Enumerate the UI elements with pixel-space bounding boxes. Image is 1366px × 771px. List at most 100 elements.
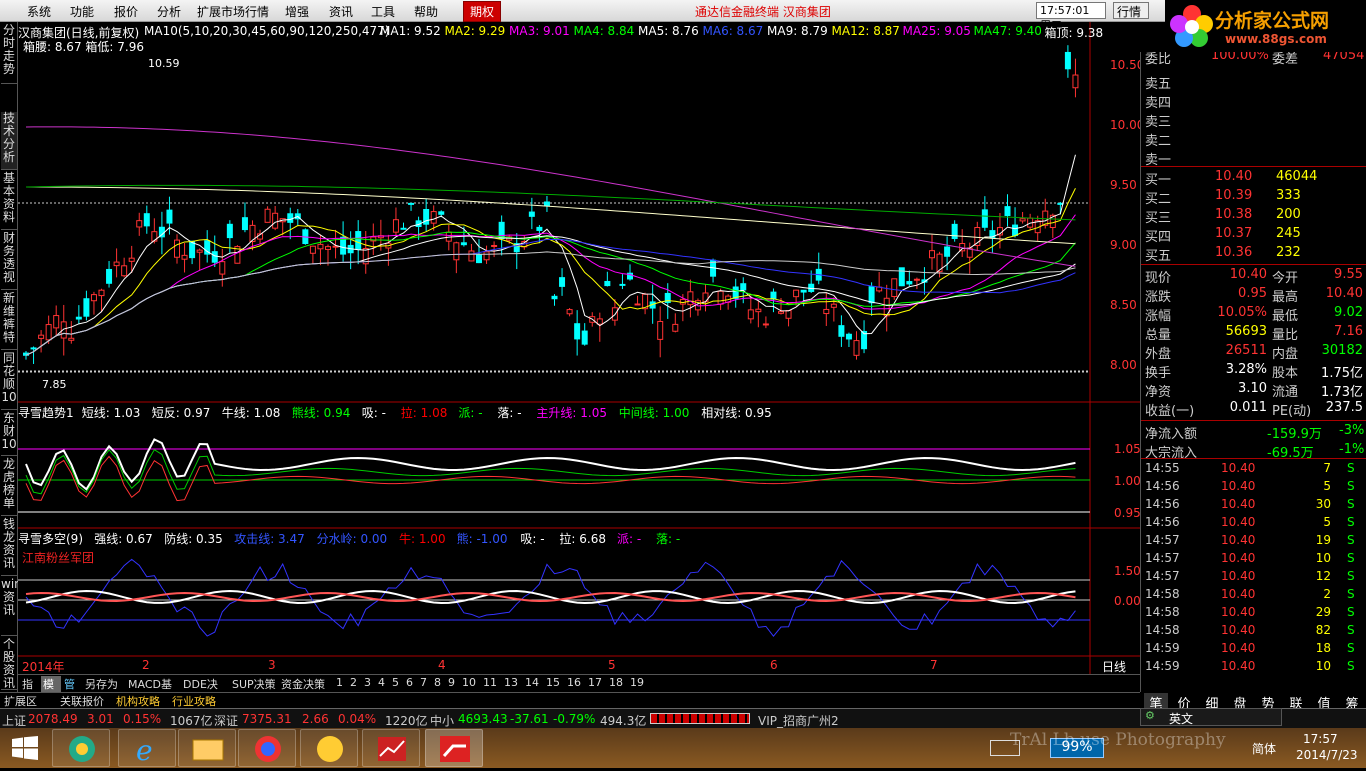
quote-label: 今开 — [1272, 271, 1299, 286]
taskbar-app-2[interactable] — [238, 729, 296, 767]
quote-tab-2[interactable]: 细 — [1200, 693, 1224, 712]
indicator2-item: 攻击线: 3.47 — [234, 532, 305, 546]
indicator-tab-22[interactable]: 16 — [565, 676, 585, 692]
quote-tab-6[interactable]: 值 — [1312, 693, 1336, 712]
indicator-tab-1[interactable]: 模板 — [41, 676, 61, 707]
indicator-tab-20[interactable]: 14 — [523, 676, 543, 692]
candle-body — [438, 211, 445, 215]
indicator-tab-6[interactable]: SUP决策 — [230, 676, 278, 692]
nav-dc10[interactable]: 东财10 — [1, 412, 17, 456]
taskbar-app-3[interactable] — [300, 729, 358, 767]
language-indicator[interactable]: 简体 — [1252, 740, 1276, 757]
menu-system[interactable]: 系统 — [27, 3, 51, 20]
quote-tab-7[interactable]: 筹 — [1340, 693, 1364, 712]
taskbar-ie[interactable]: e — [118, 729, 176, 767]
candle-body — [868, 286, 875, 304]
nav-ths10[interactable]: 同花顺10 — [1, 352, 17, 410]
ma-legend-item: 箱顶: 9.38 — [1044, 26, 1104, 40]
tick-volume: 29 — [1315, 605, 1331, 619]
ext-tab-2[interactable]: 机构攻略 — [114, 693, 162, 709]
indicator-tab-15[interactable]: 8 — [432, 676, 445, 692]
chart-area[interactable]: 汉商集团(日线,前复权) 箱腰: 8.67 箱低: 7.96 MA10(5,10… — [18, 22, 1144, 675]
nav-stock-info[interactable]: 个股资讯 — [1, 638, 17, 690]
indicator-tab-18[interactable]: 11 — [481, 676, 501, 692]
quote-tab-0[interactable]: 笔 — [1144, 693, 1168, 712]
candle-body — [136, 220, 143, 228]
quote-tab-4[interactable]: 势 — [1256, 693, 1280, 712]
indicator-tab-25[interactable]: 19 — [628, 676, 648, 692]
menu-info[interactable]: 资讯 — [329, 3, 353, 20]
taskbar-explorer[interactable] — [178, 729, 236, 767]
indicator-tab-2[interactable]: 管理 — [62, 676, 82, 707]
taskbar-time[interactable]: 17:57 — [1303, 732, 1338, 746]
taskbar-app-4[interactable] — [362, 729, 420, 767]
period-label[interactable]: 日线 — [1102, 658, 1126, 675]
indicator-tab-9[interactable]: 2 — [348, 676, 361, 692]
menu-help[interactable]: 帮助 — [414, 3, 438, 20]
nav-dragon-tiger[interactable]: 龙虎榜单 — [1, 458, 17, 516]
indicator-tab-0[interactable]: 指标 — [20, 676, 40, 707]
menu-quote[interactable]: 报价 — [114, 3, 138, 20]
indicator-tab-3[interactable]: 另存为 — [83, 676, 125, 692]
quote-tab-1[interactable]: 价 — [1172, 693, 1196, 712]
candle-body — [219, 261, 226, 275]
indicator-tab-19[interactable]: 13 — [502, 676, 522, 692]
indicator-tab-23[interactable]: 17 — [586, 676, 606, 692]
flow-amount: -159.9万 — [1267, 427, 1322, 442]
menu-tools[interactable]: 工具 — [371, 3, 395, 20]
candle-body — [98, 289, 105, 297]
indicator-tab-14[interactable]: 7 — [418, 676, 431, 692]
sell-row: 卖三 — [1141, 110, 1366, 130]
taskbar-app-1[interactable] — [52, 729, 110, 767]
indicator-tab-17[interactable]: 10 — [460, 676, 480, 692]
quote-tab-5[interactable]: 联 — [1284, 693, 1308, 712]
ext-tab-1[interactable]: 关联报价 — [58, 693, 106, 709]
candle-body — [113, 261, 120, 267]
ime-bar[interactable]: ⚙ 英文 — [1140, 708, 1282, 726]
ext-tab-3[interactable]: 行业攻略 — [170, 693, 218, 709]
indicator-tab-21[interactable]: 15 — [544, 676, 564, 692]
menu-enhance[interactable]: 增强 — [285, 3, 309, 20]
taskbar-tdx[interactable] — [425, 729, 483, 767]
candle-body — [551, 295, 558, 300]
menu-ext-market[interactable]: 扩展市场行情 — [197, 3, 269, 20]
tick-price: 10.40 — [1221, 605, 1256, 619]
taskbar: e ⚙ 英文 99% TrAl Lb use Photography 简体 17… — [0, 708, 1366, 768]
tick-side: S — [1347, 587, 1355, 601]
ext-tab-0[interactable]: 扩展区 — [2, 693, 39, 709]
sell-label: 卖二 — [1145, 134, 1172, 149]
chart-canvas[interactable] — [18, 22, 1140, 674]
indicator-tab-7[interactable]: 资金决策 — [279, 676, 333, 692]
start-button[interactable] — [12, 736, 38, 760]
indicator-tab-5[interactable]: DDE决策 — [181, 676, 229, 707]
nav-wind[interactable]: wind资讯 — [1, 578, 29, 636]
nav-basic-info[interactable]: 基本资料 — [1, 172, 17, 230]
indicator-tab-13[interactable]: 6 — [404, 676, 417, 692]
nav-xinwei[interactable]: 新维裤特 — [1, 292, 17, 350]
clock: 17:57:01 周三 — [1036, 2, 1106, 32]
quote-row: 总量 56693 量比 7.16 — [1141, 323, 1366, 343]
trade-button[interactable]: 行情 — [1113, 2, 1149, 19]
candle-body — [211, 251, 218, 263]
indicator-tab-10[interactable]: 3 — [362, 676, 375, 692]
indicator-tab-8[interactable]: 1 — [334, 676, 347, 692]
date-label: 6 — [770, 658, 778, 672]
nav-tech-analysis[interactable]: 技术分析 — [1, 112, 17, 170]
candle-body — [196, 249, 203, 253]
quote-tab-3[interactable]: 盘 — [1228, 693, 1252, 712]
indicator-tab-24[interactable]: 18 — [607, 676, 627, 692]
nav-finance[interactable]: 财务透视 — [1, 232, 17, 290]
menu-options[interactable]: 期权 — [463, 1, 502, 22]
candle-body — [226, 223, 233, 239]
menu-function[interactable]: 功能 — [70, 3, 94, 20]
menu-analysis[interactable]: 分析 — [157, 3, 181, 20]
nav-qianlong[interactable]: 钱龙资讯 — [1, 518, 17, 576]
nav-intraday[interactable]: 分时走势 — [1, 24, 17, 84]
indicator-tab-11[interactable]: 4 — [376, 676, 389, 692]
tick-time: 14:57 — [1145, 569, 1180, 583]
brand-url[interactable]: www.88gs.com — [1225, 32, 1327, 46]
indicator-tab-4[interactable]: MACD基本 — [126, 676, 180, 707]
indicator-tab-16[interactable]: 9 — [446, 676, 459, 692]
indicator-tab-12[interactable]: 5 — [390, 676, 403, 692]
taskbar-date[interactable]: 2014/7/23 — [1296, 748, 1358, 762]
